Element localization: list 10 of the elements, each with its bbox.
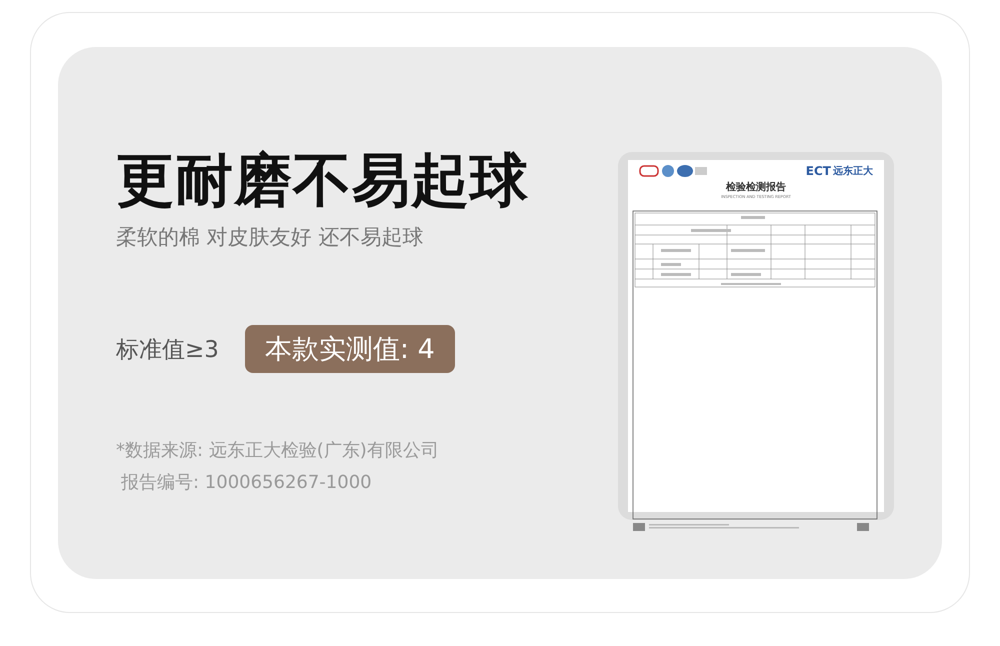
- source-note: *数据来源: 远东正大检验(广东)有限公司: [116, 439, 440, 463]
- measured-value-badge: 本款实测值: 4: [244, 325, 455, 373]
- standard-value: 标准值≥3: [116, 336, 219, 364]
- source-note: 报告编号: 1000656267-1000: [120, 471, 373, 495]
- report-title: 检验检测报告: [724, 180, 787, 194]
- subtitle: 柔软的棉 对皮肤友好 还不易起球: [116, 224, 424, 251]
- brand-name: 远东正大: [833, 164, 873, 178]
- brand-logo: ECT: [806, 164, 831, 178]
- headline: 更耐磨不易起球: [116, 145, 529, 215]
- certification-seals-icon: [639, 164, 709, 178]
